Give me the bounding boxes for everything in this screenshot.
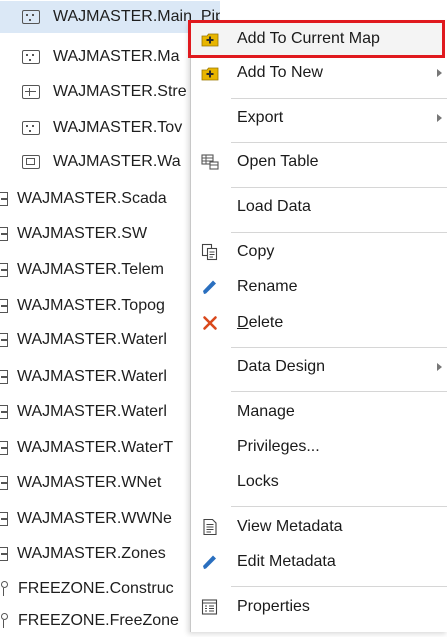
table-icon [0, 227, 8, 241]
menu-separator [231, 232, 447, 233]
tree-item[interactable]: FREEZONE.FreeZone [0, 605, 220, 637]
feature-class-icon [22, 121, 40, 135]
menu-open-table[interactable]: Open Table [191, 145, 447, 179]
tree-item[interactable]: WAJMASTER.Waterl [0, 324, 220, 356]
menu-copy[interactable]: Copy [191, 235, 447, 269]
tree-item[interactable]: FREEZONE.Construc [0, 573, 220, 605]
menu-properties[interactable]: Properties [191, 590, 447, 624]
dataset-icon [0, 581, 9, 597]
delete-x-icon [203, 316, 217, 330]
menu-manage[interactable]: Manage [191, 395, 447, 429]
menu-edit-metadata[interactable]: Edit Metadata [191, 545, 447, 579]
tree-item-main-pipe[interactable]: WAJMASTER.Main_Pipe [0, 1, 220, 33]
metadata-document-icon [203, 518, 217, 536]
feature-class-icon [22, 10, 40, 24]
menu-separator [231, 586, 447, 587]
submenu-arrow-icon [437, 363, 442, 371]
raster-icon [22, 155, 40, 169]
table-icon [0, 476, 8, 490]
menu-privileges[interactable]: Privileges... [191, 430, 447, 464]
table-icon [0, 441, 8, 455]
table-icon [0, 547, 8, 561]
table-icon [0, 512, 8, 526]
menu-export[interactable]: Export [191, 101, 447, 135]
pencil-icon [203, 555, 216, 569]
tree-item[interactable]: WAJMASTER.Waterl [0, 396, 220, 428]
menu-data-design[interactable]: Data Design [191, 350, 447, 384]
tree-item[interactable]: WAJMASTER.Topog [0, 290, 220, 322]
menu-separator [231, 98, 447, 99]
menu-load-data[interactable]: Load Data [191, 190, 447, 224]
table-icon [0, 192, 8, 206]
tree-item[interactable]: WAJMASTER.Tov [0, 112, 220, 144]
table-icon [0, 405, 8, 419]
submenu-arrow-icon [437, 69, 442, 77]
menu-separator [231, 142, 447, 143]
open-table-icon [201, 154, 219, 170]
menu-separator [231, 506, 447, 507]
menu-add-to-current-map[interactable]: Add To Current Map [188, 20, 447, 58]
menu-rename[interactable]: Rename [191, 270, 447, 304]
properties-icon [201, 599, 218, 615]
menu-separator [231, 187, 447, 188]
copy-icon [201, 243, 218, 261]
tree-item[interactable]: WAJMASTER.Ma [0, 41, 220, 73]
tree-item[interactable]: WAJMASTER.Waterl [0, 361, 220, 393]
menu-separator [231, 347, 447, 348]
menu-separator [231, 391, 447, 392]
pencil-icon [203, 280, 216, 294]
menu-add-to-new[interactable]: Add To New [191, 56, 447, 90]
tree-item[interactable]: WAJMASTER.Zones [0, 538, 220, 570]
menu-view-metadata[interactable]: View Metadata [191, 510, 447, 544]
feature-class-icon [22, 50, 40, 64]
tree-item[interactable]: WAJMASTER.WWNe [0, 503, 220, 535]
add-layer-icon [201, 33, 219, 47]
menu-delete[interactable]: Delete [191, 306, 447, 340]
dataset-icon [0, 613, 9, 629]
tree-item[interactable]: WAJMASTER.WNet [0, 467, 220, 499]
tree-item[interactable]: WAJMASTER.Stre [0, 76, 220, 108]
table-icon [0, 299, 8, 313]
tree-item[interactable]: WAJMASTER.WaterT [0, 432, 220, 464]
table-icon [0, 263, 8, 277]
tree-item[interactable]: WAJMASTER.SW [0, 218, 220, 250]
tree-item[interactable]: WAJMASTER.Scada [0, 183, 220, 215]
line-feature-icon [22, 85, 40, 99]
table-icon [0, 370, 8, 384]
submenu-arrow-icon [437, 114, 442, 122]
add-layer-icon [201, 67, 219, 81]
tree-item[interactable]: WAJMASTER.Wa [0, 146, 220, 178]
table-icon [0, 333, 8, 347]
tree-item[interactable]: WAJMASTER.Telem [0, 254, 220, 286]
menu-locks[interactable]: Locks [191, 465, 447, 499]
context-menu: Add To Current Map Add To New Export Ope… [188, 20, 447, 632]
